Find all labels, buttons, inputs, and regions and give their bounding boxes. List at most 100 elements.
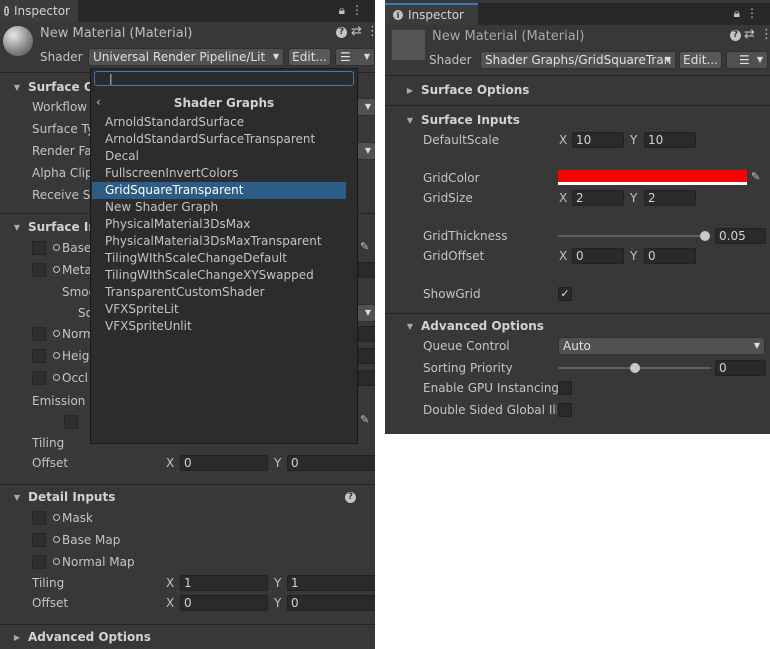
menu-dots-icon[interactable]: ⋮	[351, 3, 369, 17]
shader-option[interactable]: FullscreenInvertColors	[92, 165, 346, 182]
detail-tiling-x-field[interactable]: 1	[180, 575, 268, 591]
surface-option-label: Render Fa	[32, 144, 92, 158]
shader-option[interactable]: ArnoldStandardSurface	[92, 114, 346, 131]
smoothness-source-dropdown[interactable]: ▼	[356, 304, 375, 322]
menu-dots-icon[interactable]: ⋮	[366, 24, 375, 39]
texture-slot[interactable]	[32, 511, 46, 525]
texture-picker-icon[interactable]	[53, 352, 60, 359]
offset-x-field[interactable]: 0	[180, 455, 268, 471]
right-surface-inputs-title: Surface Inputs	[421, 113, 520, 127]
foldout-arrow-icon: ▼	[13, 82, 21, 92]
right-edit-button[interactable]: Edit...	[679, 51, 722, 69]
shader-option[interactable]: TilingWIthScaleChangeXYSwapped	[92, 267, 346, 284]
detail-input-label: Mask	[62, 511, 93, 525]
detail-offset-x-field[interactable]: 0	[180, 595, 268, 611]
preset-icon[interactable]: ⇄	[744, 27, 755, 42]
texture-slot[interactable]	[32, 263, 46, 277]
offset-y-field[interactable]: 0	[287, 455, 375, 471]
grid-thickness-field[interactable]: 0.05	[715, 228, 766, 244]
left-edit-button[interactable]: Edit...	[288, 48, 331, 66]
left-advanced-options-header[interactable]: ▶ Advanced Options	[0, 627, 375, 647]
grid-offset-y-field[interactable]: 0	[644, 248, 696, 264]
texture-picker-icon[interactable]	[53, 558, 60, 565]
help-icon[interactable]: ?	[336, 27, 347, 38]
sorting-priority-field[interactable]: 0	[715, 360, 766, 376]
eyedropper-icon[interactable]: ✎	[360, 413, 369, 426]
normal-scale-field[interactable]	[358, 326, 375, 342]
workflow-dropdown[interactable]: ▼	[356, 98, 375, 116]
sorting-priority-slider-thumb[interactable]	[630, 363, 640, 373]
grid-color-swatch[interactable]	[558, 170, 747, 185]
texture-picker-icon[interactable]	[53, 374, 60, 381]
detail-inputs-header[interactable]: ▼ Detail Inputs	[0, 487, 375, 507]
shader-option[interactable]: PhysicalMaterial3DsMaxTransparent	[92, 233, 346, 250]
right-shader-dropdown[interactable]: Shader Graphs/GridSquareTran ▼	[480, 51, 676, 69]
show-grid-checkbox[interactable]: ✓	[558, 287, 572, 301]
default-scale-x-field[interactable]: 10	[572, 132, 624, 148]
texture-slot[interactable]	[32, 241, 46, 255]
default-scale-y-field[interactable]: 10	[644, 132, 696, 148]
help-icon[interactable]: ?	[730, 30, 741, 41]
render-face-dropdown[interactable]: ▼	[356, 142, 375, 160]
double-sided-gi-checkbox[interactable]	[558, 403, 572, 417]
right-surface-inputs-header[interactable]: ▼ Surface Inputs	[385, 110, 770, 130]
texture-picker-icon[interactable]	[53, 244, 60, 251]
shader-option[interactable]: TilingWIthScaleChangeDefault	[92, 250, 346, 267]
shader-option[interactable]: TransparentCustomShader	[92, 284, 346, 301]
left-list-menu-button[interactable]: ☰ ▼	[335, 48, 375, 66]
texture-picker-icon[interactable]	[53, 266, 60, 273]
shader-search-input[interactable]: |	[94, 71, 354, 86]
preset-icon[interactable]: ⇄	[351, 24, 362, 39]
metallic-field[interactable]	[358, 262, 375, 278]
right-advanced-options-title: Advanced Options	[421, 319, 544, 333]
shader-option[interactable]: New Shader Graph	[92, 199, 346, 216]
queue-control-dropdown[interactable]: Auto ▼	[558, 337, 765, 355]
divider	[385, 75, 770, 76]
texture-slot[interactable]	[32, 349, 46, 363]
texture-picker-icon[interactable]	[53, 536, 60, 543]
right-surface-options-header[interactable]: ▶ Surface Options	[385, 80, 770, 100]
left-inspector-tab[interactable]: i Inspector	[0, 0, 78, 22]
detail-input-label: Base Map	[62, 533, 121, 547]
occlusion-field[interactable]	[358, 370, 375, 386]
lock-icon[interactable]: 🔒︎	[339, 3, 351, 17]
right-surface-options-title: Surface Options	[421, 83, 530, 97]
grid-thickness-slider-track[interactable]	[558, 235, 708, 237]
gpu-instancing-checkbox[interactable]	[558, 381, 572, 395]
grid-thickness-slider-thumb[interactable]	[700, 231, 710, 241]
texture-slot[interactable]	[32, 555, 46, 569]
default-scale-label: DefaultScale	[423, 133, 500, 147]
right-inspector-tab[interactable]: i Inspector	[385, 3, 478, 25]
shader-option[interactable]: ArnoldStandardSurfaceTransparent	[92, 131, 346, 148]
texture-slot[interactable]	[32, 327, 46, 341]
shader-option-selected[interactable]: GridSquareTransparent	[92, 182, 346, 199]
help-icon[interactable]: ?	[345, 492, 356, 503]
left-shader-dropdown[interactable]: Universal Render Pipeline/Lit ▼	[88, 48, 284, 66]
texture-picker-icon[interactable]	[53, 330, 60, 337]
menu-dots-icon[interactable]: ⋮	[746, 6, 764, 20]
shader-option[interactable]: VFXSpriteLit	[92, 301, 346, 318]
material-preview-icon	[392, 30, 425, 60]
right-list-menu-button[interactable]: ☰ ▼	[726, 51, 768, 69]
menu-dots-icon[interactable]: ⋮	[760, 27, 770, 42]
grid-size-x-field[interactable]: 2	[572, 190, 624, 206]
texture-slot[interactable]	[64, 415, 78, 429]
grid-size-y-field[interactable]: 2	[644, 190, 696, 206]
shader-option[interactable]: PhysicalMaterial3DsMax	[92, 216, 346, 233]
height-scale-field[interactable]	[358, 348, 375, 364]
detail-tiling-y-field[interactable]: 1	[287, 575, 375, 591]
grid-offset-x-field[interactable]: 0	[572, 248, 624, 264]
lock-icon[interactable]: 🔒︎	[734, 6, 746, 20]
eyedropper-icon[interactable]: ✎	[360, 240, 369, 253]
double-sided-gi-label: Double Sided Global Illu	[423, 403, 557, 417]
eyedropper-icon[interactable]: ✎	[751, 170, 760, 183]
texture-picker-icon[interactable]	[53, 514, 60, 521]
surface-input-label: Meta	[62, 263, 92, 277]
shader-option[interactable]: VFXSpriteUnlit	[92, 318, 346, 335]
right-advanced-options-header[interactable]: ▼ Advanced Options	[385, 316, 770, 336]
divider	[385, 105, 770, 106]
texture-slot[interactable]	[32, 533, 46, 547]
shader-option[interactable]: Decal	[92, 148, 346, 165]
texture-slot[interactable]	[32, 371, 46, 385]
detail-offset-y-field[interactable]: 0	[287, 595, 375, 611]
